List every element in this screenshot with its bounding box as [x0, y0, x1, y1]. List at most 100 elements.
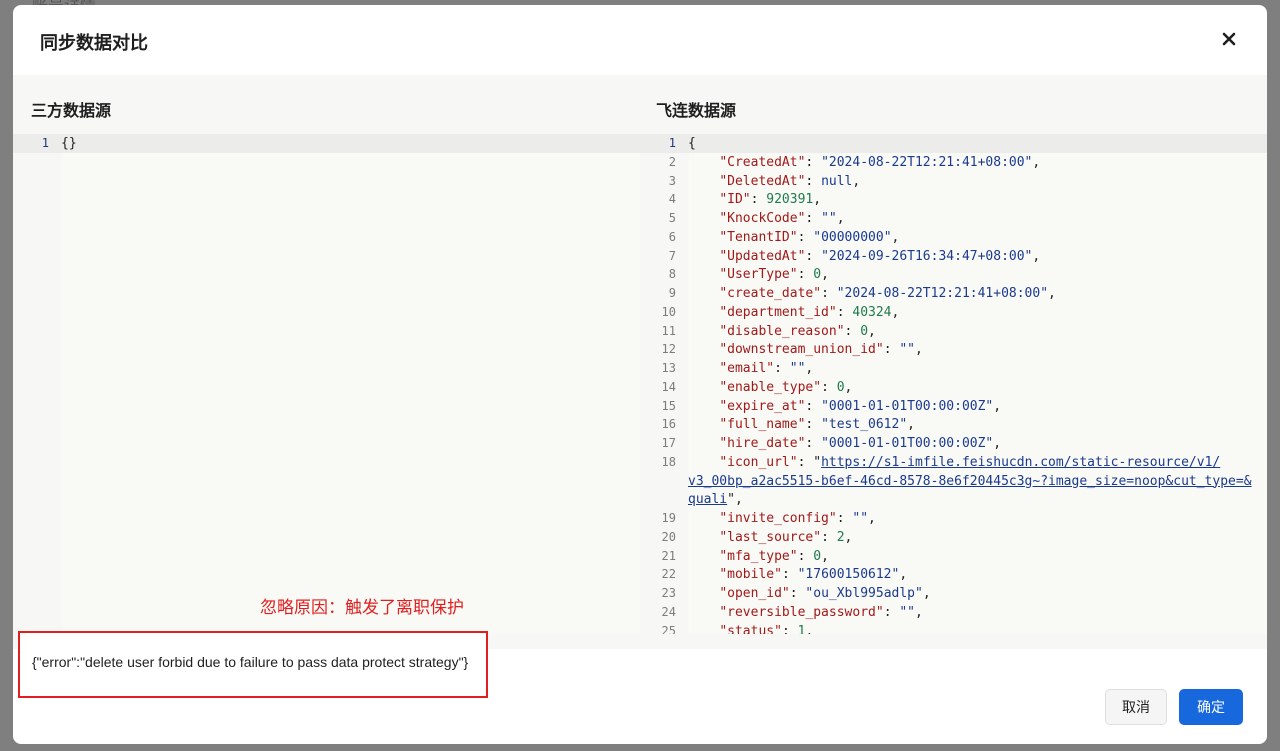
json-value: 0: [813, 548, 822, 564]
json-value: 0: [860, 323, 869, 339]
json-key: "full_name": [719, 417, 806, 433]
code-text: "open_id": "ou_Xbl995adlp",: [719, 586, 931, 601]
code-line: 17 "hire_date": "0001-01-01T00:00:00Z",: [640, 434, 1267, 453]
code-line-wrap: quali",: [640, 490, 1267, 509]
json-value: 0: [813, 267, 822, 283]
code-text: "icon_url": "https://s1-imfile.feishucdn…: [719, 454, 1221, 470]
json-value: "": [789, 361, 806, 376]
line-number-gutter: [13, 134, 62, 634]
code-text: "last_source": 2,: [719, 529, 853, 545]
confirm-button[interactable]: 确定: [1179, 689, 1243, 725]
dialog-title: 同步数据对比: [40, 33, 148, 53]
json-value: "2024-09-26T16:34:47+08:00": [821, 248, 1033, 264]
sync-compare-dialog: 同步数据对比 三方数据源 飞连数据源 1{} 1{2 "CreatedAt": …: [13, 5, 1267, 744]
code-line: 9 "create_date": "2024-08-22T12:21:41+08…: [640, 284, 1267, 303]
close-button[interactable]: [1215, 25, 1243, 53]
line-number: 14: [661, 379, 676, 394]
json-key: "status": [719, 623, 782, 635]
line-number: 3: [668, 173, 676, 188]
code-text: "downstream_union_id": "",: [719, 342, 923, 358]
code-text: "status": 1,: [688, 622, 813, 635]
json-value: "test_0612": [821, 417, 908, 433]
code-text: "mfa_type": 0,: [719, 548, 829, 564]
json-key: "create_date": [719, 286, 822, 301]
code-line: 25 "status": 1,: [640, 622, 1267, 635]
dialog-header: 同步数据对比: [13, 5, 1267, 76]
json-value: "": [899, 342, 915, 358]
code-line: 5 "KnockCode": "",: [640, 209, 1267, 228]
code-text: "expire_at": "0001-01-01T00:00:00Z",: [719, 398, 1002, 414]
code-text: "CreatedAt": "2024-08-22T12:21:41+08:00"…: [719, 154, 1041, 170]
line-number: 4: [668, 192, 676, 207]
code-line: 4 "ID": 920391,: [640, 190, 1267, 209]
cancel-button[interactable]: 取消: [1105, 689, 1167, 725]
json-value: "0001-01-01T00:00:00Z": [821, 436, 994, 451]
json-value: 920391: [766, 192, 814, 208]
code-text: {: [688, 136, 696, 151]
line-number: 1: [668, 136, 676, 150]
code-area: [62, 134, 640, 634]
code-text: "ID": 920391,: [719, 192, 822, 208]
json-key: "last_source": [719, 529, 822, 545]
json-value: 2: [836, 529, 845, 545]
line-number: 23: [661, 586, 676, 600]
code-text: "KnockCode": "",: [719, 211, 845, 226]
code-text: "invite_config": "",: [719, 511, 876, 526]
json-value: "": [852, 511, 869, 526]
code-text: "enable_type": 0,: [719, 379, 853, 395]
feilian-json-editor[interactable]: 1{2 "CreatedAt": "2024-08-22T12:21:41+08…: [640, 134, 1267, 634]
code-text: "department_id": 40324,: [719, 304, 900, 320]
json-key: "department_id": [719, 304, 837, 320]
line-number: 12: [661, 342, 676, 357]
code-line: 22 "mobile": "17600150612",: [640, 565, 1267, 584]
json-key: "disable_reason": [719, 323, 845, 339]
code-text: "hire_date": "0001-01-01T00:00:00Z",: [719, 436, 1002, 451]
json-key: "downstream_union_id": [719, 342, 884, 358]
code-line: 1 {}: [13, 134, 640, 153]
line-number: 18: [661, 454, 676, 469]
third-party-json-editor[interactable]: 1 {}: [13, 134, 640, 634]
json-key: "CreatedAt": [719, 154, 806, 170]
json-key: "UpdatedAt": [719, 248, 806, 264]
line-number: 13: [661, 361, 676, 375]
code-line: 11 "disable_reason": 0,: [640, 322, 1267, 341]
line-number: 21: [661, 548, 676, 563]
json-key: "reversible_password": [719, 604, 884, 620]
code-text: "UpdatedAt": "2024-09-26T16:34:47+08:00"…: [719, 248, 1041, 264]
json-value: null: [821, 173, 853, 189]
json-key: "expire_at": [719, 398, 806, 414]
code-text: {}: [61, 136, 77, 151]
json-value: "0001-01-01T00:00:00Z": [821, 398, 994, 414]
code-line: 7 "UpdatedAt": "2024-09-26T16:34:47+08:0…: [640, 247, 1267, 266]
line-number: 16: [661, 417, 676, 432]
code-line: 21 "mfa_type": 0,: [640, 547, 1267, 566]
json-value: "2024-08-22T12:21:41+08:00": [821, 154, 1033, 170]
code-text: "DeletedAt": null,: [719, 173, 861, 189]
code-line: 13 "email": "",: [640, 359, 1267, 378]
json-key: "DeletedAt": [719, 173, 806, 189]
third-party-source-title: 三方数据源: [31, 103, 112, 120]
code-text: "UserType": 0,: [719, 267, 829, 283]
json-value: "": [899, 604, 915, 620]
json-key: "KnockCode": [719, 211, 806, 226]
code-line: 12 "downstream_union_id": "",: [640, 340, 1267, 359]
line-number: 10: [661, 304, 676, 319]
json-key: "icon_url": [719, 454, 798, 470]
code-text: "disable_reason": 0,: [719, 323, 876, 339]
json-key: "UserType": [719, 267, 798, 283]
line-number: 25: [661, 623, 676, 635]
code-line: 8 "UserType": 0,: [640, 265, 1267, 284]
json-value: 1: [797, 623, 806, 635]
code-line: 1{: [640, 134, 1267, 153]
json-key: "TenantID": [719, 229, 798, 245]
error-message-text: {"error":"delete user forbid due to fail…: [32, 654, 469, 670]
code-text: "TenantID": "00000000",: [719, 229, 900, 245]
json-value: "00000000": [813, 229, 892, 245]
line-number: 7: [668, 248, 676, 263]
ignore-reason-annotation: 忽略原因：触发了离职保护: [260, 598, 464, 617]
line-number: 17: [661, 436, 676, 450]
code-line: 19 "invite_config": "",: [640, 509, 1267, 528]
code-line-wrap: v3_00bp_a2ac5515-b6ef-46cd-8578-8e6f2044…: [640, 472, 1267, 491]
code-line: 24 "reversible_password": "",: [640, 603, 1267, 622]
json-key: "enable_type": [719, 379, 822, 395]
